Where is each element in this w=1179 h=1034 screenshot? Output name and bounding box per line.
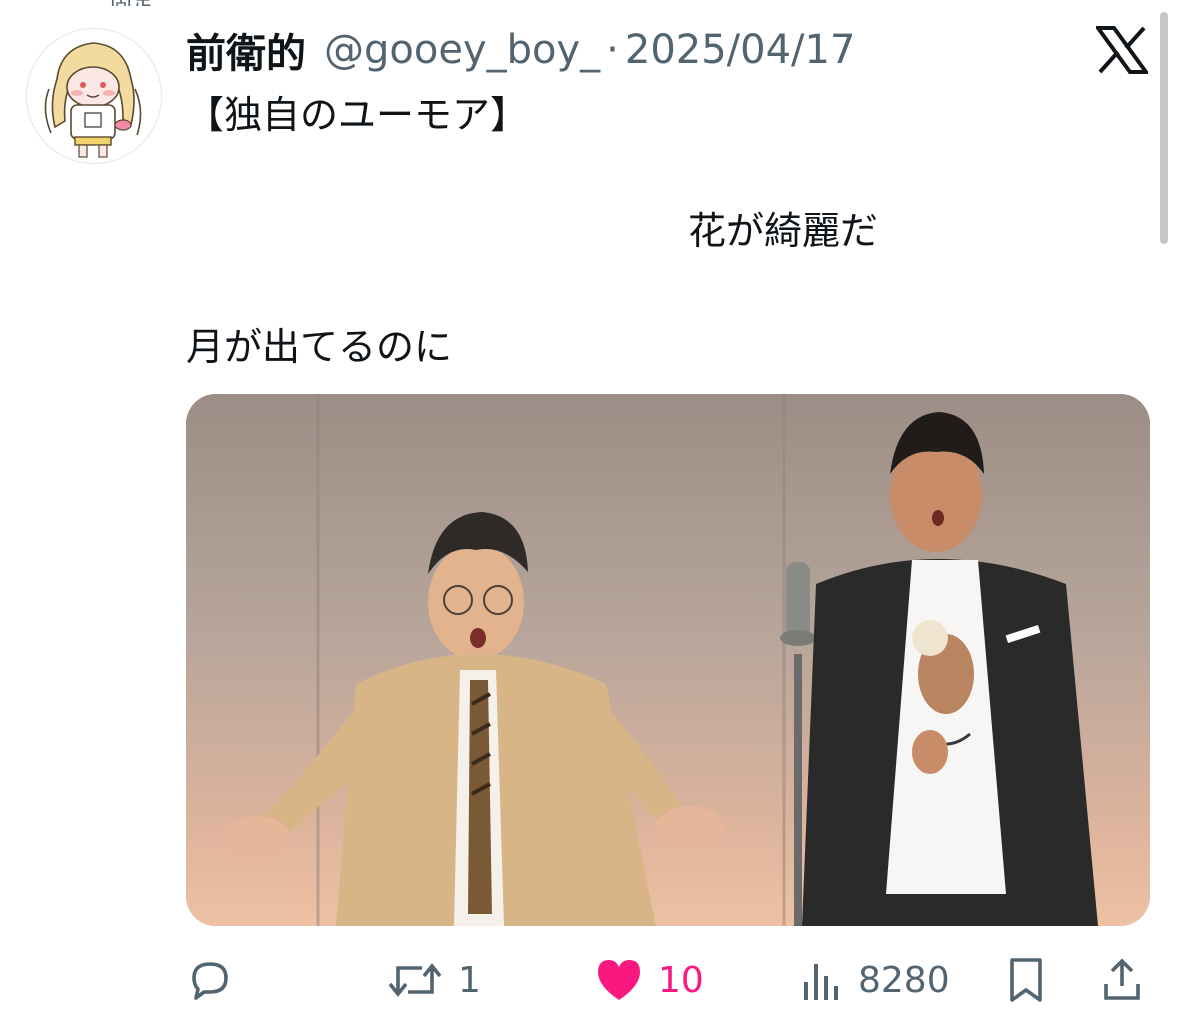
reply-button[interactable] (186, 950, 248, 1010)
bar-chart-icon (804, 964, 838, 1000)
pinned-label-fragment: 固定 (110, 0, 310, 6)
tweet-text-line: 花が綺麗だ (688, 209, 879, 253)
author-handle[interactable]: @gooey_boy_ (324, 27, 600, 73)
share-icon (1104, 958, 1140, 1000)
tweet-actions-bar: 1 10 8280 (186, 950, 1150, 1010)
bookmark-button[interactable] (1006, 950, 1046, 1010)
tweet-media-photo[interactable] (186, 394, 1150, 926)
reply-icon (192, 962, 228, 1000)
stage-photo-icon (186, 394, 1150, 926)
scrollbar[interactable] (1160, 12, 1168, 244)
tweet-date[interactable]: 2025/04/17 (625, 27, 856, 73)
tweet-text-line: 月が出てるのに (186, 325, 453, 369)
like-button[interactable]: 10 (594, 950, 704, 1010)
bookmark-icon (1010, 958, 1042, 1002)
views-button[interactable]: 8280 (800, 950, 950, 1010)
like-count: 10 (658, 959, 704, 1001)
retweet-button[interactable]: 1 (386, 950, 481, 1010)
retweet-icon (388, 963, 442, 997)
x-logo-icon[interactable] (1094, 26, 1150, 74)
header-separator: · (606, 27, 619, 73)
author-display-name[interactable]: 前衛的 (186, 21, 306, 79)
tweet-header: 前衛的 @gooey_boy_ · 2025/04/17 (186, 22, 855, 78)
avatar-illustration-icon (44, 42, 142, 158)
share-button[interactable] (1098, 950, 1146, 1010)
retweet-count: 1 (458, 959, 481, 1001)
avatar[interactable] (26, 28, 162, 164)
tweet-text-line: 【独自のユーモア】 (186, 93, 529, 137)
heart-filled-icon (598, 960, 640, 1000)
views-count: 8280 (858, 959, 950, 1001)
